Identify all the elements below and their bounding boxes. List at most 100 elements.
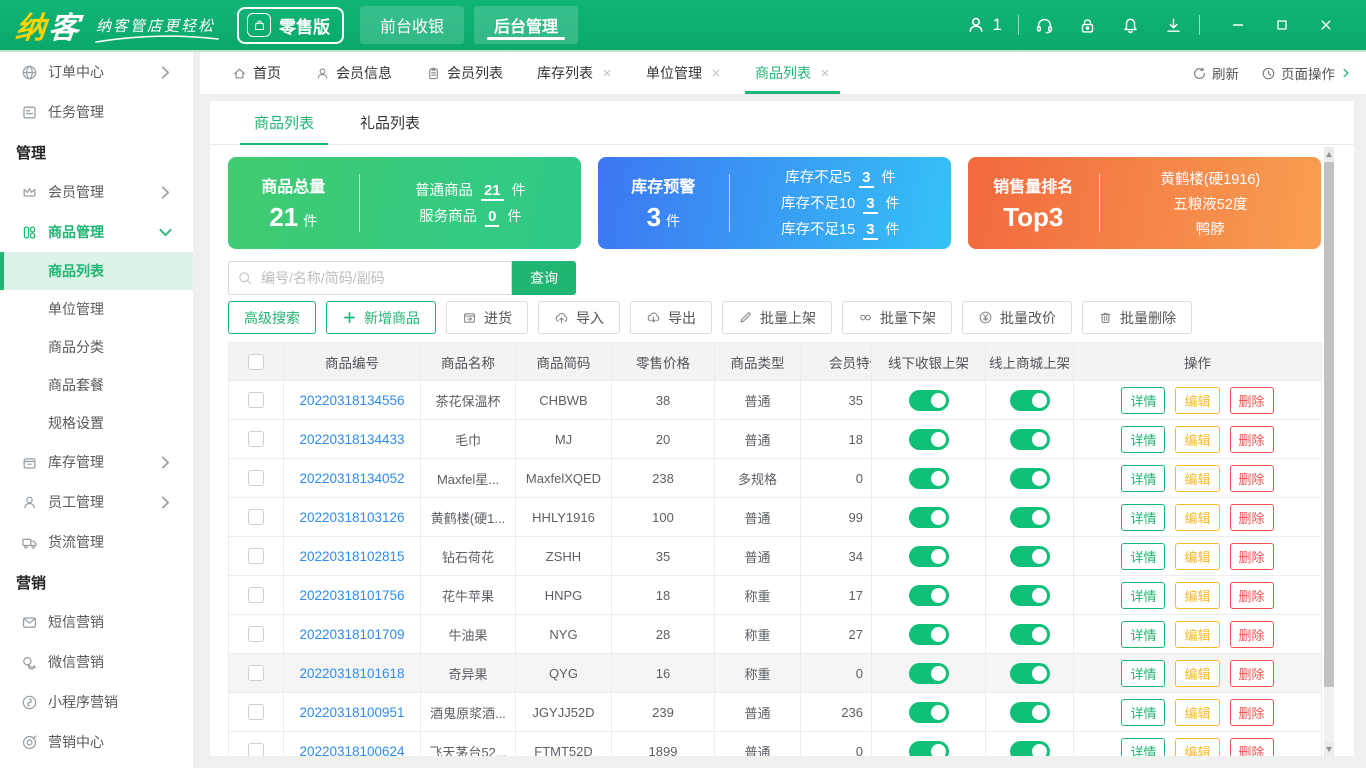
detail-button[interactable]: 详情 (1121, 620, 1166, 648)
edit-button[interactable]: 编辑 (1175, 542, 1220, 570)
offline-shelf-toggle[interactable] (908, 584, 949, 606)
product-id-link[interactable]: 20220318100951 (299, 705, 404, 720)
row-checkbox[interactable] (248, 704, 264, 721)
sidebar-item-product-management[interactable]: 商品管理 (0, 212, 200, 252)
backend-nav-button[interactable]: 后台管理 (474, 6, 579, 44)
panel-tab-product-list[interactable]: 商品列表 (240, 101, 329, 145)
download-icon[interactable] (1164, 16, 1183, 35)
sidebar-subitem-unit-management[interactable]: 单位管理 (0, 290, 200, 328)
batch-delete-button[interactable]: 批量删除 (1082, 301, 1192, 334)
user-indicator[interactable]: 1 (966, 15, 1002, 35)
offline-shelf-toggle[interactable] (908, 389, 949, 411)
maximize-button[interactable] (1260, 0, 1304, 50)
row-checkbox[interactable] (248, 665, 264, 682)
product-id-link[interactable]: 20220318100624 (299, 744, 404, 757)
offline-shelf-toggle[interactable] (908, 545, 949, 567)
export-button[interactable]: 导出 (630, 301, 712, 334)
detail-button[interactable]: 详情 (1121, 503, 1166, 531)
online-shelf-toggle[interactable] (1009, 662, 1050, 684)
sidebar-item-task-management[interactable]: 任务管理 (0, 92, 200, 132)
edit-button[interactable]: 编辑 (1175, 620, 1220, 648)
refresh-button[interactable]: 刷新 (1192, 63, 1239, 83)
offline-shelf-toggle[interactable] (908, 740, 949, 756)
sidebar-item-logistics-management[interactable]: 货流管理 (0, 522, 200, 562)
sidebar-subitem-product-combo[interactable]: 商品套餐 (0, 366, 200, 404)
edit-button[interactable]: 编辑 (1175, 737, 1220, 756)
row-checkbox[interactable] (248, 470, 264, 487)
product-id-link[interactable]: 20220318103126 (299, 510, 404, 525)
detail-button[interactable]: 详情 (1121, 698, 1166, 726)
tab-product-list[interactable]: 商品列表 (745, 52, 840, 94)
delete-button[interactable]: 删除 (1229, 386, 1274, 414)
tab-home[interactable]: 首页 (222, 52, 291, 94)
edit-button[interactable]: 编辑 (1175, 659, 1220, 687)
detail-button[interactable]: 详情 (1121, 425, 1166, 453)
row-checkbox[interactable] (248, 509, 264, 526)
online-shelf-toggle[interactable] (1009, 428, 1050, 450)
edit-button[interactable]: 编辑 (1175, 581, 1220, 609)
row-checkbox[interactable] (248, 392, 264, 409)
bell-icon[interactable] (1121, 16, 1140, 35)
delete-button[interactable]: 删除 (1229, 425, 1274, 453)
offline-shelf-toggle[interactable] (908, 701, 949, 723)
online-shelf-toggle[interactable] (1009, 701, 1050, 723)
delete-button[interactable]: 删除 (1229, 737, 1274, 756)
sidebar-item-order-center[interactable]: 订单中心 (0, 52, 200, 92)
product-id-link[interactable]: 20220318101618 (299, 666, 404, 681)
offline-shelf-toggle[interactable] (908, 662, 949, 684)
offline-shelf-toggle[interactable] (908, 428, 949, 450)
search-input[interactable] (253, 262, 511, 294)
sidebar-item-sms-marketing[interactable]: 短信营销 (0, 602, 200, 642)
online-shelf-toggle[interactable] (1009, 623, 1050, 645)
lock-icon[interactable] (1078, 16, 1097, 35)
tab-member-list[interactable]: 会员列表 (416, 52, 513, 94)
delete-button[interactable]: 删除 (1229, 581, 1274, 609)
offline-shelf-toggle[interactable] (908, 623, 949, 645)
batch-reprice-button[interactable]: 批量改价 (962, 301, 1072, 334)
sidebar-item-inventory-management[interactable]: 库存管理 (0, 442, 200, 482)
page-ops-button[interactable]: 页面操作 (1261, 63, 1352, 83)
edit-button[interactable]: 编辑 (1175, 698, 1220, 726)
scroll-up-arrow[interactable] (1324, 147, 1334, 161)
sidebar-subitem-spec-settings[interactable]: 规格设置 (0, 404, 200, 442)
delete-button[interactable]: 删除 (1229, 464, 1274, 492)
tab-inventory-list[interactable]: 库存列表 (527, 52, 622, 94)
row-checkbox[interactable] (248, 626, 264, 643)
sidebar-item-wechat-marketing[interactable]: 微信营销 (0, 642, 200, 682)
detail-button[interactable]: 详情 (1121, 659, 1166, 687)
sidebar-item-marketing-center[interactable]: 营销中心 (0, 722, 200, 762)
delete-button[interactable]: 删除 (1229, 698, 1274, 726)
select-all-checkbox[interactable] (248, 353, 264, 370)
table-scrollbar[interactable] (1324, 147, 1334, 756)
panel-tab-gift-list[interactable]: 礼品列表 (346, 101, 434, 144)
sidebar-subitem-product-list[interactable]: 商品列表 (0, 252, 200, 290)
headset-icon[interactable] (1035, 16, 1054, 35)
tab-unit-management[interactable]: 单位管理 (636, 52, 731, 94)
advanced-search-button[interactable]: 高级搜索 (228, 301, 316, 334)
delete-button[interactable]: 删除 (1229, 659, 1274, 687)
detail-button[interactable]: 详情 (1121, 737, 1166, 756)
scroll-thumb[interactable] (1324, 162, 1334, 687)
row-checkbox[interactable] (248, 587, 264, 604)
edit-button[interactable]: 编辑 (1175, 464, 1220, 492)
online-shelf-toggle[interactable] (1009, 545, 1050, 567)
delete-button[interactable]: 删除 (1229, 503, 1274, 531)
query-button[interactable]: 查询 (512, 261, 576, 295)
import-button[interactable]: 导入 (538, 301, 620, 334)
purchase-button[interactable]: 进货 (446, 301, 528, 334)
product-id-link[interactable]: 20220318134556 (299, 393, 404, 408)
cashier-nav-button[interactable]: 前台收银 (360, 6, 465, 44)
close-button[interactable] (1304, 0, 1348, 50)
product-id-link[interactable]: 20220318101756 (299, 588, 404, 603)
offline-shelf-toggle[interactable] (908, 506, 949, 528)
sidebar-item-staff-management[interactable]: 员工管理 (0, 482, 200, 522)
sidebar-subitem-product-category[interactable]: 商品分类 (0, 328, 200, 366)
detail-button[interactable]: 详情 (1121, 542, 1166, 570)
detail-button[interactable]: 详情 (1121, 386, 1166, 414)
add-product-button[interactable]: 新增商品 (326, 301, 436, 334)
online-shelf-toggle[interactable] (1009, 506, 1050, 528)
edit-button[interactable]: 编辑 (1175, 503, 1220, 531)
delete-button[interactable]: 删除 (1229, 620, 1274, 648)
batch-shelf-on-button[interactable]: 批量上架 (722, 301, 832, 334)
online-shelf-toggle[interactable] (1009, 740, 1050, 756)
